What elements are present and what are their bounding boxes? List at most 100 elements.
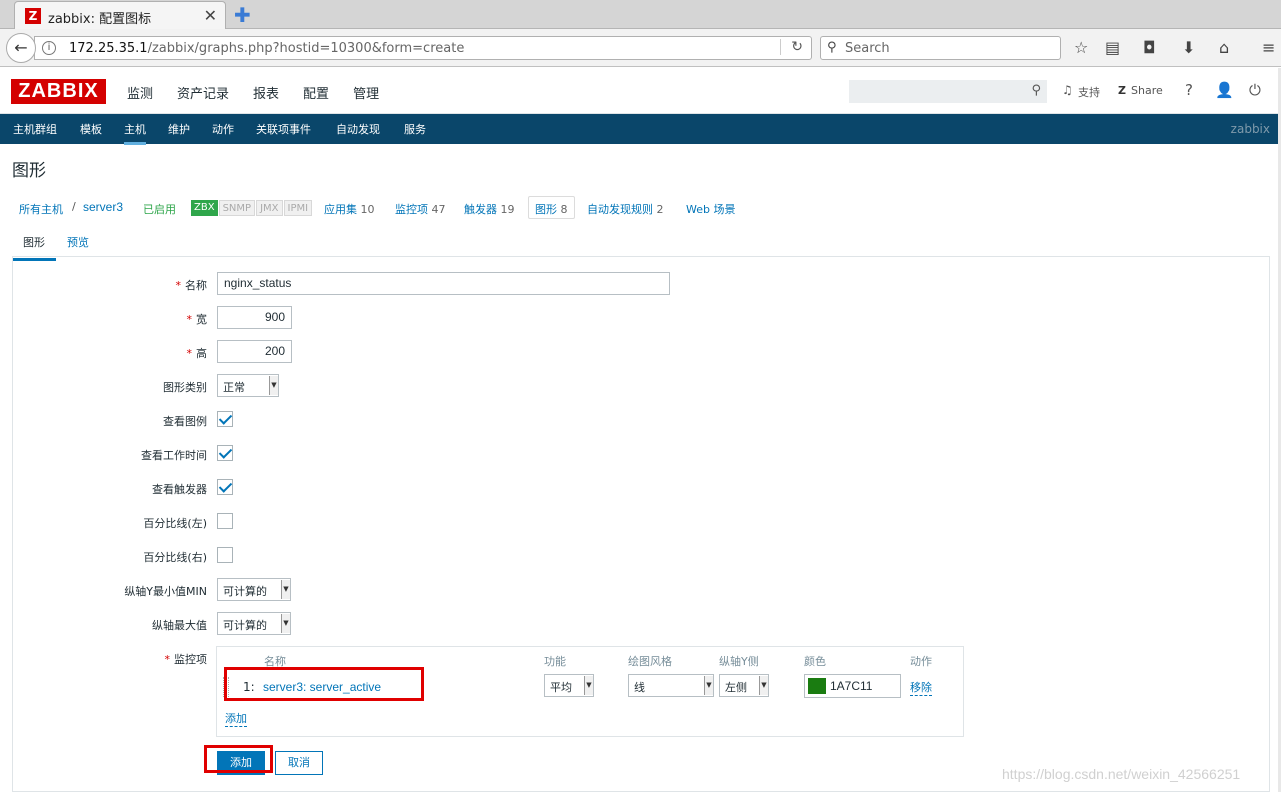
- browser-tab-bar: Z zabbix: 配置图标 ✕ ✚: [0, 0, 1281, 29]
- function-select[interactable]: 平均 ▼: [544, 674, 594, 697]
- menu-monitoring[interactable]: 监测: [127, 83, 153, 102]
- col-color-header: 颜色: [804, 655, 826, 668]
- search-icon: ⚲: [827, 40, 837, 55]
- submenu-services[interactable]: 服务: [404, 121, 426, 137]
- ymax-label: 纵轴最大值: [152, 619, 207, 632]
- color-swatch[interactable]: [808, 678, 826, 694]
- submenu-templates[interactable]: 模板: [80, 121, 102, 137]
- chevron-down-icon: ▼: [281, 580, 290, 599]
- width-input[interactable]: 900: [217, 306, 292, 329]
- menu-reports[interactable]: 报表: [253, 83, 279, 102]
- submenu-actions[interactable]: 动作: [212, 121, 234, 137]
- color-value: 1A7C11: [830, 679, 873, 693]
- download-icon[interactable]: ⬇: [1182, 38, 1195, 57]
- reading-list-icon[interactable]: ▤: [1105, 38, 1120, 57]
- show-triggers-checkbox[interactable]: [217, 479, 233, 495]
- tab-title: zabbix: 配置图标: [48, 12, 152, 27]
- reload-icon[interactable]: ↻: [780, 39, 803, 55]
- breadcrumb-triggers[interactable]: 触发器 19: [464, 201, 515, 217]
- top-menu: 监测 资产记录 报表 配置 管理: [127, 83, 379, 102]
- user-profile-icon[interactable]: 👤: [1215, 81, 1234, 99]
- chevron-down-icon: ▼: [269, 376, 278, 395]
- search-placeholder: Search: [845, 41, 890, 56]
- server-name: zabbix: [1230, 122, 1270, 136]
- share-link[interactable]: Share: [1131, 84, 1163, 97]
- add-item-link[interactable]: 添加: [225, 710, 247, 727]
- percent-right-checkbox[interactable]: [217, 547, 233, 563]
- width-label: * 宽: [186, 313, 208, 326]
- info-icon[interactable]: i: [42, 41, 56, 55]
- share-z-icon: Z: [1118, 84, 1126, 97]
- pocket-icon[interactable]: ◘: [1143, 38, 1156, 57]
- search-icon[interactable]: ⚲: [1031, 83, 1041, 98]
- color-input[interactable]: 1A7C11: [804, 674, 901, 698]
- zabbix-favicon-icon: Z: [25, 8, 41, 24]
- browser-tab[interactable]: Z zabbix: 配置图标 ✕: [14, 1, 226, 29]
- col-y-side-header: 纵轴Y侧: [719, 655, 759, 668]
- breadcrumb-discovery-rules[interactable]: 自动发现规则 2: [587, 201, 664, 217]
- support-link[interactable]: 支持: [1078, 84, 1100, 100]
- ymin-select[interactable]: 可计算的 ▼: [217, 578, 291, 601]
- url-bar[interactable]: i 172.25.35.1/zabbix/graphs.php?hostid=1…: [34, 36, 812, 60]
- submenu-maintenance[interactable]: 维护: [168, 121, 190, 137]
- show-legend-label: 查看图例: [163, 415, 207, 428]
- menu-administration[interactable]: 管理: [353, 83, 379, 102]
- highlight-box-item: [224, 667, 424, 701]
- height-input[interactable]: 200: [217, 340, 292, 363]
- page-title: 图形: [12, 161, 46, 181]
- new-tab-icon[interactable]: ✚: [234, 3, 251, 27]
- ymax-select[interactable]: 可计算的 ▼: [217, 612, 291, 635]
- back-button[interactable]: ←: [6, 33, 36, 63]
- submenu-hosts[interactable]: 主机: [124, 121, 146, 145]
- chevron-down-icon: ▼: [281, 614, 290, 633]
- breadcrumb-graphs[interactable]: 图形 8: [528, 196, 575, 219]
- tab-preview[interactable]: 预览: [67, 234, 89, 250]
- draw-style-select[interactable]: 线 ▼: [628, 674, 714, 697]
- badge-snmp: SNMP: [218, 200, 256, 216]
- graph-type-label: 图形类别: [163, 381, 207, 394]
- browser-search-input[interactable]: ⚲ Search: [820, 36, 1061, 60]
- cancel-button[interactable]: 取消: [275, 751, 323, 775]
- help-icon[interactable]: ?: [1185, 81, 1193, 99]
- submenu-discovery[interactable]: 自动发现: [336, 121, 380, 137]
- height-label: * 高: [186, 347, 208, 360]
- breadcrumb-web-scenarios[interactable]: Web 场景: [686, 201, 735, 217]
- breadcrumb-applications[interactable]: 应用集 10: [324, 201, 375, 217]
- name-input[interactable]: nginx_status: [217, 272, 670, 295]
- logout-icon[interactable]: ⏻: [1249, 81, 1261, 99]
- highlight-box-add: [204, 745, 273, 773]
- breadcrumb-items[interactable]: 监控项 47: [395, 201, 446, 217]
- bookmark-star-icon[interactable]: ☆: [1074, 38, 1088, 57]
- breadcrumb: 所有主机 / server3 已启用 ZBX SNMP JMX IPMI 应用集…: [12, 195, 1280, 223]
- col-function-header: 功能: [544, 655, 566, 668]
- graph-type-select[interactable]: 正常 ▼: [217, 374, 279, 397]
- show-worktime-label: 查看工作时间: [141, 449, 207, 462]
- zabbix-logo[interactable]: ZABBIX: [11, 79, 106, 104]
- close-tab-icon[interactable]: ✕: [204, 6, 217, 25]
- percent-left-label: 百分比线(左): [143, 517, 207, 530]
- graph-type-value: 正常: [223, 381, 245, 394]
- badge-zbx: ZBX: [191, 200, 218, 216]
- show-worktime-checkbox[interactable]: [217, 445, 233, 461]
- home-icon[interactable]: ⌂: [1219, 38, 1229, 57]
- submenu-correlation[interactable]: 关联项事件: [256, 121, 311, 137]
- menu-inventory[interactable]: 资产记录: [177, 83, 229, 102]
- hamburger-menu-icon[interactable]: ≡: [1262, 38, 1275, 57]
- zabbix-search-input[interactable]: ⚲: [849, 80, 1047, 103]
- breadcrumb-all-hosts[interactable]: 所有主机: [19, 201, 63, 217]
- watermark: https://blog.csdn.net/weixin_42566251: [1002, 766, 1241, 782]
- host-status[interactable]: 已启用: [143, 201, 176, 217]
- availability-badges: ZBX SNMP JMX IPMI: [191, 200, 313, 216]
- remove-item-link[interactable]: 移除: [910, 679, 932, 696]
- col-action-header: 动作: [910, 655, 932, 668]
- draw-style-value: 线: [634, 681, 645, 694]
- zabbix-header: ZABBIX 监测 资产记录 报表 配置 管理 ⚲ ♫ 支持 Z Share ?…: [0, 68, 1281, 114]
- breadcrumb-host[interactable]: server3: [83, 200, 123, 214]
- show-legend-checkbox[interactable]: [217, 411, 233, 427]
- y-side-select[interactable]: 左侧 ▼: [719, 674, 769, 697]
- submenu-host-groups[interactable]: 主机群组: [13, 121, 57, 137]
- menu-configuration[interactable]: 配置: [303, 83, 329, 102]
- sub-menu: 主机群组 模板 主机 维护 动作 关联项事件 自动发现 服务 zabbix: [0, 114, 1281, 145]
- ymin-label: 纵轴Y最小值MIN: [124, 585, 207, 598]
- percent-left-checkbox[interactable]: [217, 513, 233, 529]
